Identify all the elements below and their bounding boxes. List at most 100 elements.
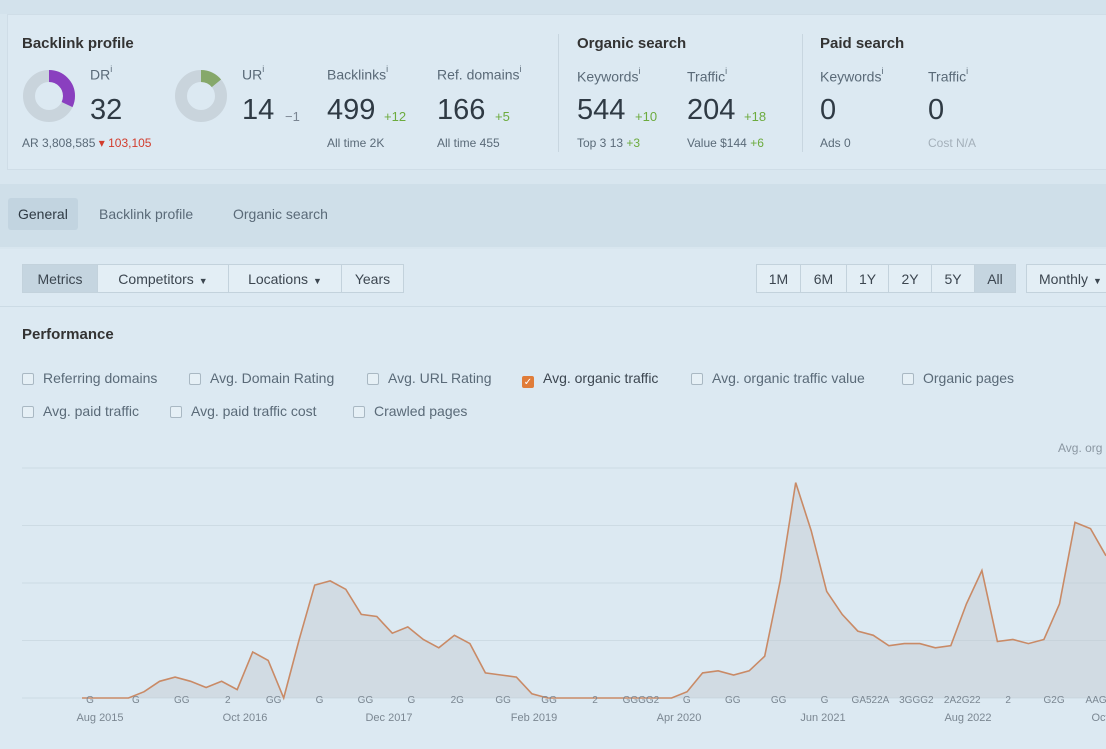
event-annotation-marker: GG [174, 695, 190, 706]
paid-search-title: Paid search [820, 35, 905, 52]
checkbox-avg-url-rating[interactable]: Avg. URL Rating [367, 370, 492, 387]
x-tick-label: Aug 2022 [944, 712, 991, 724]
series-area [82, 482, 1106, 698]
organic-traffic-value[interactable]: 204 [687, 94, 735, 127]
x-tick-label: Oct 2016 [223, 712, 268, 724]
interval-dropdown[interactable]: Monthly ▼ [1026, 264, 1106, 293]
x-tick-label: Aug 2015 [76, 712, 123, 724]
event-annotation-marker: GG [771, 695, 787, 706]
data-point [578, 697, 580, 699]
checkbox-avg-paid-traffic[interactable]: Avg. paid traffic [22, 403, 139, 420]
data-point [174, 676, 176, 678]
organic-keywords-value[interactable]: 544 [577, 94, 625, 127]
years-button[interactable]: Years [341, 264, 404, 293]
data-point [252, 651, 254, 653]
data-point [997, 641, 999, 643]
range-2y-button[interactable]: 2Y [888, 264, 932, 293]
locations-dropdown[interactable]: Locations ▼ [228, 264, 342, 293]
range-1m-button[interactable]: 1M [756, 264, 801, 293]
data-point [329, 580, 331, 582]
data-point [345, 588, 347, 590]
ref-domains-all-time: All time 455 [437, 136, 500, 150]
tab-backlink-profile[interactable]: Backlink profile [99, 198, 193, 230]
ur-delta: −1 [285, 109, 300, 124]
dr-value: 32 [90, 94, 123, 126]
event-annotation-marker: 2 [592, 695, 598, 706]
event-annotation-marker: AAGG [1086, 695, 1106, 706]
checkbox-avg-organic-traffic-value[interactable]: Avg. organic traffic value [691, 370, 865, 387]
range-5y-button[interactable]: 5Y [931, 264, 975, 293]
range-1y-button[interactable]: 1Y [846, 264, 889, 293]
data-point [702, 672, 704, 674]
checkbox-crawled-pages[interactable]: Crawled pages [353, 403, 467, 420]
x-tick-label: Jun 2021 [800, 712, 845, 724]
data-point [81, 697, 83, 699]
data-point [159, 680, 161, 682]
paid-traffic-value: 0 [928, 94, 945, 126]
event-annotation-marker: G [132, 695, 140, 706]
data-point [236, 689, 238, 691]
backlinks-value[interactable]: 499 [327, 94, 375, 127]
organic-traffic-chart: G G GG 2 GG G GG G 2G GG GG 2 GGGG2 G GG GG G GA522A 3GGG2… [22, 467, 1106, 724]
data-point [267, 660, 269, 662]
checkbox-icon [902, 373, 914, 385]
ref-domains-label: Ref. domainsi [437, 64, 522, 83]
data-point [609, 697, 611, 699]
checkbox-icon [189, 373, 201, 385]
organic-keywords-delta: +10 [635, 109, 658, 124]
event-annotation-marker: G [683, 695, 691, 706]
ref-domains-value[interactable]: 166 [437, 94, 485, 127]
x-tick-label: Oct [1091, 712, 1106, 724]
data-point [423, 639, 425, 641]
paid-keywords-value: 0 [820, 94, 837, 126]
event-annotation-marker: 2 [1005, 695, 1011, 706]
data-point [686, 691, 688, 693]
data-point [950, 645, 952, 647]
x-tick-label: Apr 2020 [657, 712, 702, 724]
chevron-down-icon: ▼ [313, 276, 322, 286]
data-point [516, 676, 518, 678]
checkbox-organic-pages[interactable]: Organic pages [902, 370, 1014, 387]
data-point [966, 603, 968, 605]
checkbox-referring-domains[interactable]: Referring domains [22, 370, 157, 387]
data-point [764, 655, 766, 657]
data-point [128, 697, 130, 699]
backlinks-delta: +12 [384, 109, 407, 124]
data-point [779, 580, 781, 582]
event-annotation-marker: 2A2G22 [944, 695, 981, 706]
range-all-button[interactable]: All [974, 264, 1016, 293]
competitors-dropdown[interactable]: Competitors ▼ [97, 264, 229, 293]
checkmark-icon: ✓ [522, 376, 534, 388]
event-annotation-marker: GGGG2 [623, 695, 660, 706]
tab-organic-search[interactable]: Organic search [233, 198, 328, 230]
event-annotation-marker: GG [541, 695, 557, 706]
range-6m-button[interactable]: 6M [800, 264, 847, 293]
checkbox-avg-paid-traffic-cost[interactable]: Avg. paid traffic cost [170, 403, 317, 420]
data-point [376, 616, 378, 618]
ur-value: 14 [242, 94, 275, 126]
checkbox-avg-organic-traffic[interactable]: ✓ Avg. organic traffic [522, 370, 658, 388]
data-point [857, 630, 859, 632]
data-point [717, 670, 719, 672]
data-point [1074, 522, 1076, 524]
data-point [438, 647, 440, 649]
data-point [298, 639, 300, 641]
data-point [733, 674, 735, 676]
event-annotation-marker: 2G [451, 695, 465, 706]
data-point [1012, 639, 1014, 641]
ur-donut-chart [175, 70, 227, 122]
paid-keywords-label: Keywordsi [820, 66, 884, 85]
data-point [562, 697, 564, 699]
event-annotation-marker: GG [495, 695, 511, 706]
checkbox-avg-domain-rating[interactable]: Avg. Domain Rating [189, 370, 334, 387]
event-annotation-marker: G [407, 695, 415, 706]
data-point [205, 687, 207, 689]
metrics-button[interactable]: Metrics [22, 264, 98, 293]
ur-label: URi [242, 64, 265, 83]
data-point [485, 672, 487, 674]
data-point [190, 680, 192, 682]
tab-general[interactable]: General [8, 198, 78, 230]
data-point [919, 643, 921, 645]
checkbox-icon [353, 406, 365, 418]
ar-rank: AR 3,808,585 ▾ 103,105 [22, 136, 152, 150]
